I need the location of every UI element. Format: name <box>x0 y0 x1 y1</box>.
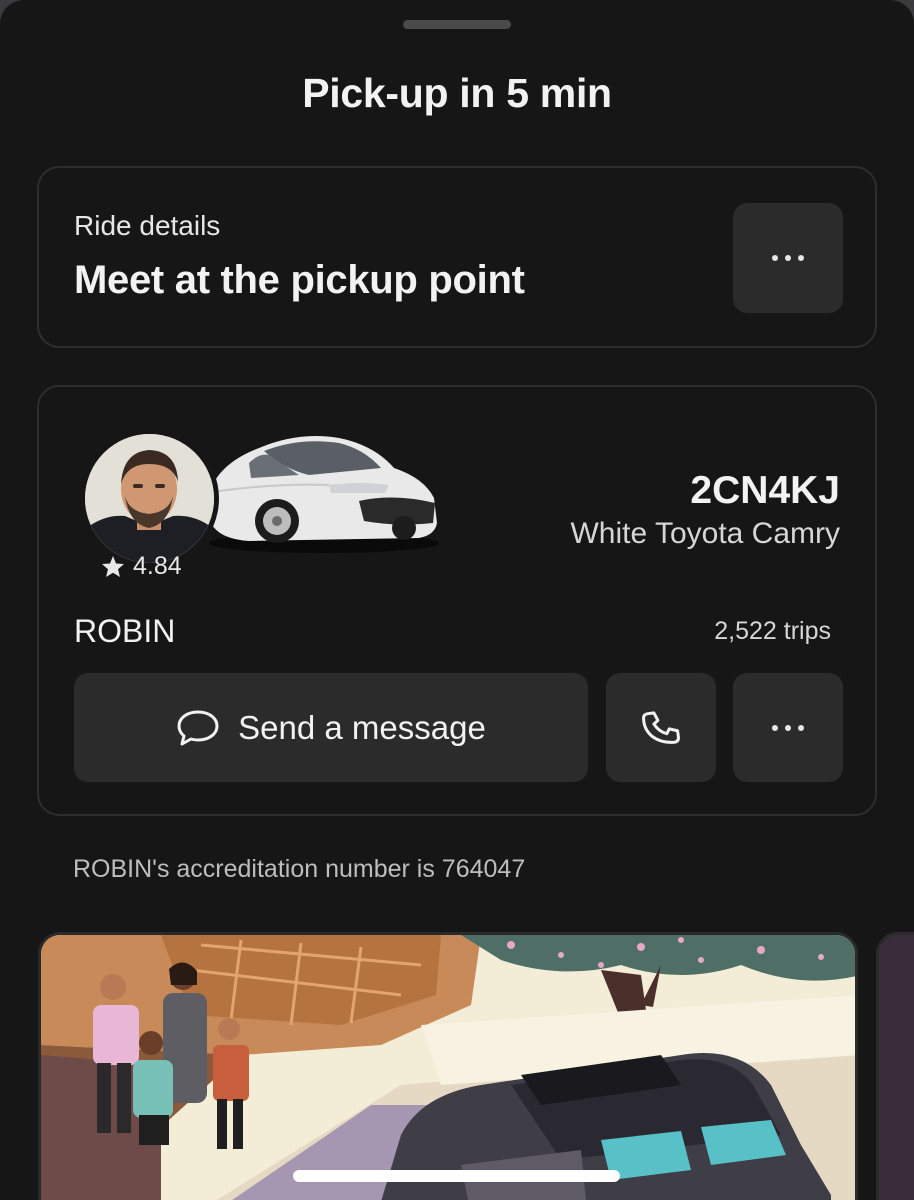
accreditation-note: ROBIN's accreditation number is 764047 <box>73 855 526 883</box>
ride-details-label: Ride details <box>74 210 221 241</box>
chat-bubble-icon <box>177 710 219 745</box>
driver-more-button[interactable] <box>733 673 843 782</box>
driver-photo <box>85 434 214 563</box>
promo-illustration-card[interactable] <box>38 932 858 1200</box>
driver-trip-count: 2,522 trips <box>714 617 831 645</box>
driver-rating-value: 4.84 <box>133 552 182 580</box>
driver-rating: 4.84 <box>101 552 182 581</box>
star-icon <box>102 556 124 577</box>
send-message-button[interactable]: Send a message <box>74 673 588 782</box>
car-image <box>209 435 439 553</box>
phone-icon <box>642 710 680 744</box>
ellipsis-icon <box>772 724 804 731</box>
vehicle-description: White Toyota Camry <box>570 517 840 550</box>
sheet-drag-handle[interactable] <box>403 20 511 29</box>
pickup-eta-title: Pick-up in 5 min <box>302 70 612 116</box>
ellipsis-icon <box>772 255 804 261</box>
driver-card: 4.84 2CN4KJ White Toyota Camry ROBIN 2,5… <box>37 385 877 816</box>
family-car-illustration <box>41 935 855 1200</box>
license-plate: 2CN4KJ <box>690 469 840 512</box>
home-indicator[interactable] <box>293 1170 620 1182</box>
driver-avatar[interactable] <box>80 429 219 568</box>
call-driver-button[interactable] <box>606 673 716 782</box>
driver-name: ROBIN <box>74 613 176 649</box>
ride-details-more-button[interactable] <box>733 203 843 313</box>
ride-details-instruction: Meet at the pickup point <box>74 258 525 302</box>
send-message-label: Send a message <box>238 708 486 746</box>
next-promo-card[interactable] <box>876 932 914 1200</box>
ride-details-card[interactable]: Ride details Meet at the pickup point <box>37 166 877 348</box>
trip-bottom-sheet: Pick-up in 5 min Ride details Meet at th… <box>0 0 914 1200</box>
